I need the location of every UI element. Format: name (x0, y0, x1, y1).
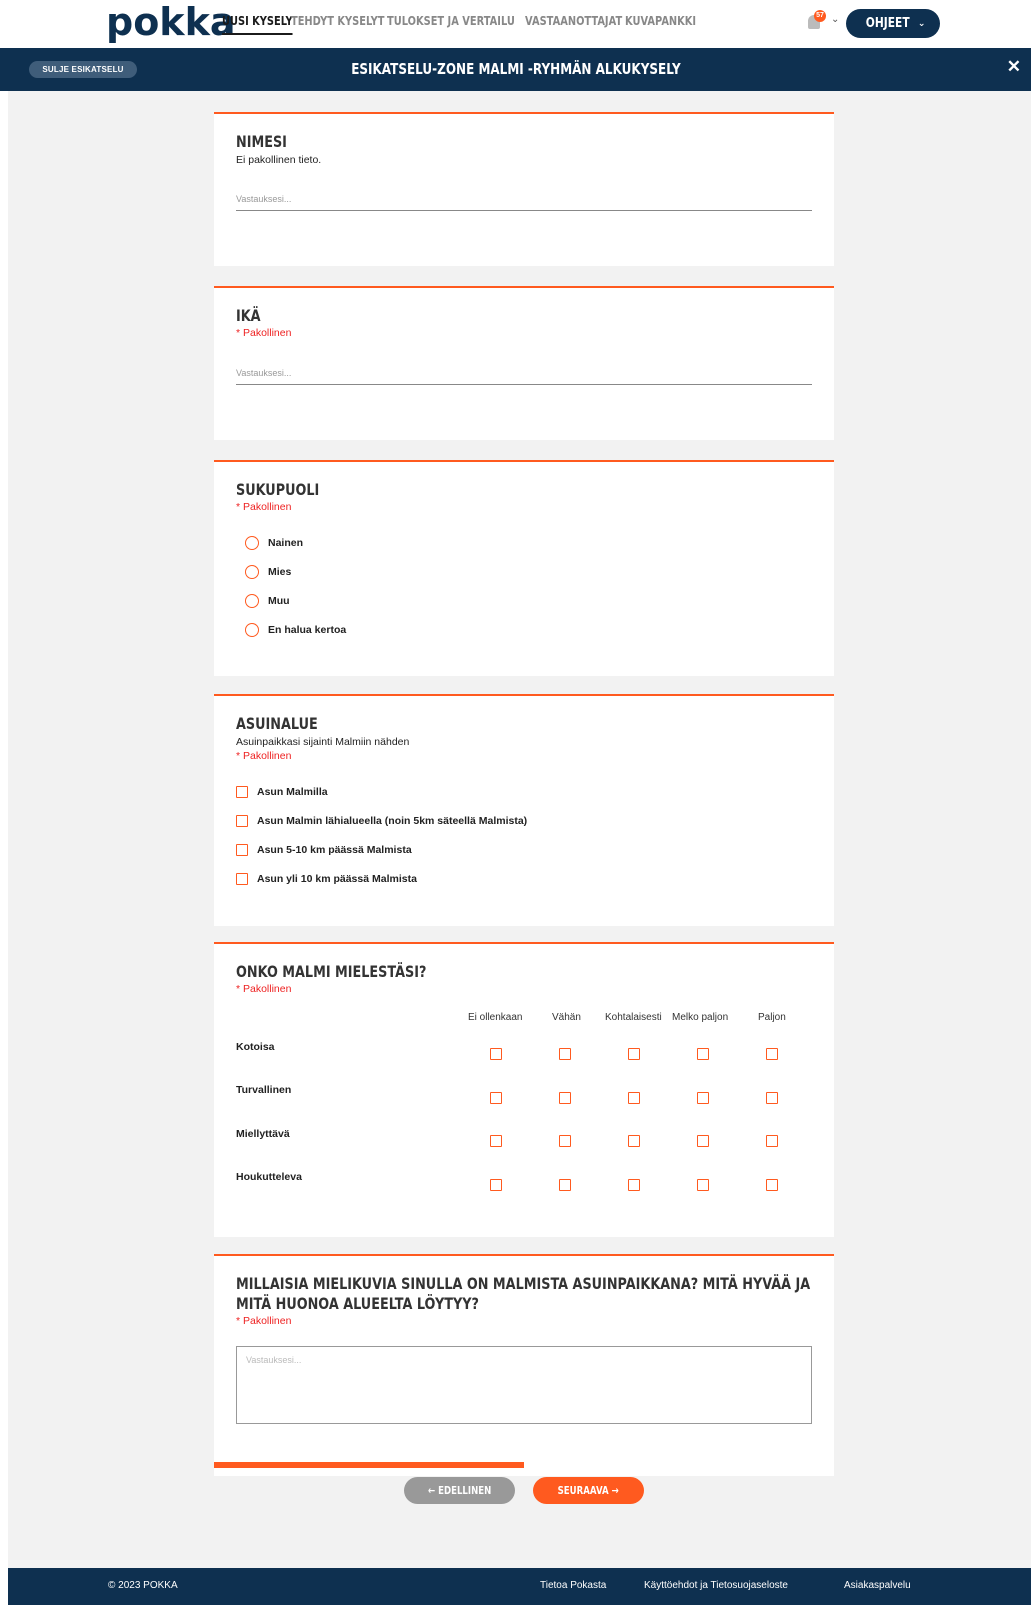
radio-option[interactable]: Muu (245, 594, 290, 608)
progress-bar (214, 1462, 834, 1468)
footer-link-kayttoehdot[interactable]: Käyttöehdot ja Tietosuojaseloste (644, 1580, 788, 1591)
matrix-checkbox[interactable] (628, 1179, 640, 1191)
checkbox[interactable] (236, 844, 248, 856)
notification-bell-icon[interactable]: 57 (805, 10, 827, 32)
matrix-checkbox[interactable] (697, 1092, 709, 1104)
checkbox-option[interactable]: Asun Malmilla (236, 786, 328, 798)
radio-option[interactable]: Mies (245, 565, 291, 579)
checkbox-option[interactable]: Asun 5-10 km päässä Malmista (236, 844, 412, 856)
checkbox-option[interactable]: Asun Malmin lähialueella (noin 5km sätee… (236, 815, 527, 827)
next-button[interactable]: SEURAAVA → (533, 1477, 644, 1504)
matrix-checkbox[interactable] (766, 1135, 778, 1147)
matrix-checkbox[interactable] (628, 1092, 640, 1104)
required-label: * Pakollinen (236, 501, 292, 513)
question-title: IKÄ (236, 306, 261, 325)
matrix-checkbox[interactable] (490, 1092, 502, 1104)
question-card-open: MILLAISIA MIELIKUVIA SINULLA ON MALMISTA… (214, 1254, 834, 1476)
radio-button[interactable] (245, 623, 259, 637)
nav-item-kuvapankki[interactable]: KUVAPANKKI (625, 14, 727, 28)
matrix-row-label: Miellyttävä (236, 1128, 290, 1140)
radio-button[interactable] (245, 594, 259, 608)
matrix-checkbox[interactable] (766, 1179, 778, 1191)
question-card-matrix: ONKO MALMI MIELESTÄSI? * Pakollinen Ei o… (214, 942, 834, 1237)
matrix-column-header: Kohtalaisesti (605, 1012, 662, 1023)
preview-title: ESIKATSELU-ZONE MALMI -RYHMÄN ALKUKYSELY (350, 60, 681, 78)
matrix-checkbox[interactable] (559, 1092, 571, 1104)
question-title: NIMESI (236, 132, 287, 151)
checkbox[interactable] (236, 786, 248, 798)
close-icon[interactable]: ✕ (1007, 57, 1021, 77)
matrix-column-header: Paljon (758, 1012, 786, 1023)
question-title: ASUINALUE (236, 714, 318, 733)
answer-textarea[interactable]: Vastauksesi... (236, 1346, 812, 1424)
matrix-checkbox[interactable] (490, 1048, 502, 1060)
footer: © 2023 POKKA Tietoa Pokasta Käyttöehdot … (8, 1568, 1031, 1605)
survey-area: NIMESI Ei pakollinen tieto. Vastauksesi.… (8, 91, 1031, 1568)
top-navigation: pokka UUSI KYSELY TEHDYT KYSELYT TULOKSE… (0, 0, 1031, 48)
matrix-column-header: Melko paljon (672, 1012, 729, 1023)
question-title: MILLAISIA MIELIKUVIA SINULLA ON MALMISTA… (236, 1274, 811, 1313)
matrix-checkbox[interactable] (559, 1135, 571, 1147)
question-title: ONKO MALMI MIELESTÄSI? (236, 962, 427, 981)
checkbox[interactable] (236, 815, 248, 827)
required-label: * Pakollinen (236, 327, 292, 339)
question-card-area: ASUINALUE Asuinpaikkasi sijainti Malmiin… (214, 694, 834, 926)
matrix-checkbox[interactable] (766, 1048, 778, 1060)
matrix-checkbox[interactable] (490, 1135, 502, 1147)
matrix-checkbox[interactable] (697, 1135, 709, 1147)
checkbox[interactable] (236, 873, 248, 885)
matrix-checkbox[interactable] (628, 1135, 640, 1147)
required-label: * Pakollinen (236, 1315, 292, 1327)
chevron-down-icon: ⌄ (917, 18, 926, 29)
matrix-row-label: Turvallinen (236, 1084, 292, 1096)
question-subtitle: Asuinpaikkasi sijainti Malmiin nähden (236, 736, 410, 748)
matrix-checkbox[interactable] (766, 1092, 778, 1104)
pokka-logo[interactable]: pokka (106, 2, 236, 42)
matrix-checkbox[interactable] (559, 1179, 571, 1191)
matrix-row-label: Kotoisa (236, 1041, 275, 1053)
question-card-name: NIMESI Ei pakollinen tieto. Vastauksesi.… (214, 112, 834, 266)
matrix-checkbox[interactable] (559, 1048, 571, 1060)
help-button[interactable]: OHJEET ⌄ (846, 9, 940, 38)
matrix-checkbox[interactable] (628, 1048, 640, 1060)
required-label: * Pakollinen (236, 983, 292, 995)
name-input[interactable]: Vastauksesi... (236, 194, 812, 211)
matrix-checkbox[interactable] (490, 1179, 502, 1191)
footer-link-tietoa-pokasta[interactable]: Tietoa Pokasta (540, 1580, 606, 1591)
question-subtitle: Ei pakollinen tieto. (236, 154, 322, 166)
question-card-gender: SUKUPUOLI * Pakollinen Nainen Mies Muu E… (214, 460, 834, 676)
matrix-row-label: Houkutteleva (236, 1171, 302, 1183)
question-card-age: IKÄ * Pakollinen Vastauksesi... (214, 286, 834, 440)
previous-button[interactable]: ← EDELLINEN (404, 1477, 515, 1504)
chevron-down-icon[interactable]: ⌄ (831, 14, 839, 25)
radio-option[interactable]: En halua kertoa (245, 623, 346, 637)
preview-bar: SULJE ESIKATSELU ESIKATSELU-ZONE MALMI -… (0, 48, 1031, 91)
matrix-column-header: Ei ollenkaan (468, 1012, 523, 1023)
radio-button[interactable] (245, 565, 259, 579)
checkbox-option[interactable]: Asun yli 10 km päässä Malmista (236, 873, 417, 885)
copyright: © 2023 POKKA (108, 1580, 178, 1591)
matrix-checkbox[interactable] (697, 1179, 709, 1191)
footer-link-asiakaspalvelu[interactable]: Asiakaspalvelu (844, 1580, 911, 1591)
progress-fill (214, 1462, 524, 1468)
age-input[interactable]: Vastauksesi... (236, 368, 812, 385)
matrix-column-header: Vähän (552, 1012, 581, 1023)
question-title: SUKUPUOLI (236, 480, 320, 499)
matrix-checkbox[interactable] (697, 1048, 709, 1060)
radio-button[interactable] (245, 536, 259, 550)
notification-badge: 57 (814, 10, 826, 22)
required-label: * Pakollinen (236, 750, 292, 762)
radio-option[interactable]: Nainen (245, 536, 303, 550)
